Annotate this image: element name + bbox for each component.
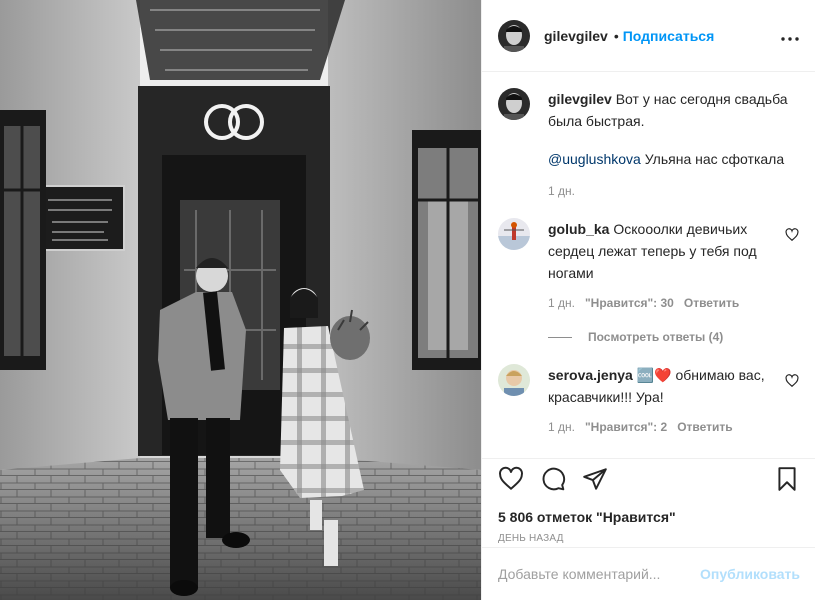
comment-time[interactable]: 1 дн. <box>548 296 575 310</box>
small-heart-icon[interactable] <box>785 374 799 388</box>
comment-meta: 1 дн. "Нравится": 30 Ответить <box>548 296 773 310</box>
bookmark-icon[interactable] <box>774 466 800 492</box>
wedding-photo-illustration <box>0 0 481 600</box>
view-replies-button[interactable]: Посмотреть ответы (4) <box>548 330 799 344</box>
comment-username[interactable]: serova.jenya <box>548 367 633 383</box>
heart-icon[interactable] <box>498 466 524 492</box>
post-date[interactable]: ДЕНЬ НАЗАД <box>498 533 800 544</box>
comment-meta: 1 дн. "Нравится": 2 Ответить <box>548 420 773 434</box>
likes-count[interactable]: 5 806 отметок "Нравится" <box>498 509 800 525</box>
add-comment-bar: Опубликовать <box>482 547 815 600</box>
commenter-avatar[interactable] <box>498 364 530 396</box>
mention-link[interactable]: @uuglushkova <box>548 151 641 167</box>
post-header: gilevgilev • Подписаться <box>482 0 815 72</box>
comment-item: golub_ka Оскооолки девичьих сердец лежат… <box>498 218 799 310</box>
caption-text: gilevgilev Вот у нас сегодня свадьба был… <box>548 88 799 132</box>
comment-item: serova.jenya 🆒❤️ обнимаю вас, красавчики… <box>498 364 799 434</box>
view-replies-label: Посмотреть ответы (4) <box>588 330 724 344</box>
post-actions: 5 806 отметок "Нравится" ДЕНЬ НАЗАД <box>482 458 815 544</box>
author-username[interactable]: gilevgilev <box>544 28 608 44</box>
comment-input[interactable] <box>498 566 701 582</box>
mention-text: Ульяна нас сфоткала <box>640 151 785 167</box>
action-bar <box>498 463 800 495</box>
post-side-panel: gilevgilev • Подписаться gilevgilev Вот … <box>481 0 815 600</box>
comment-likes[interactable]: "Нравится": 30 <box>585 296 674 310</box>
comment-text: serova.jenya 🆒❤️ обнимаю вас, красавчики… <box>548 364 773 408</box>
publish-button[interactable]: Опубликовать <box>700 566 800 582</box>
replies-divider <box>548 336 572 338</box>
separator-dot: • <box>613 27 619 44</box>
reply-button[interactable]: Ответить <box>684 296 739 310</box>
share-icon[interactable] <box>582 466 608 492</box>
comment-text: golub_ka Оскооолки девичьих сердец лежат… <box>548 218 773 284</box>
reply-button[interactable]: Ответить <box>677 420 732 434</box>
comment-username[interactable]: golub_ka <box>548 221 609 237</box>
comment-likes[interactable]: "Нравится": 2 <box>585 420 667 434</box>
commenter-avatar[interactable] <box>498 218 530 250</box>
post-modal: gilevgilev • Подписаться gilevgilev Вот … <box>0 0 815 600</box>
caption-meta: 1 дн. <box>548 184 799 198</box>
small-heart-icon[interactable] <box>785 228 799 242</box>
post-photo[interactable] <box>0 0 481 600</box>
follow-button[interactable]: Подписаться <box>623 28 715 44</box>
comment-time[interactable]: 1 дн. <box>548 420 575 434</box>
caption: gilevgilev Вот у нас сегодня свадьба был… <box>498 88 799 198</box>
comments-list[interactable]: gilevgilev Вот у нас сегодня свадьба был… <box>482 72 815 458</box>
more-icon[interactable] <box>781 25 799 46</box>
comment-icon[interactable] <box>540 466 566 492</box>
caption-username[interactable]: gilevgilev <box>548 91 612 107</box>
caption-mention-line: @uuglushkova Ульяна нас сфоткала <box>548 148 799 170</box>
caption-time[interactable]: 1 дн. <box>548 184 575 198</box>
author-avatar[interactable] <box>498 19 530 52</box>
caption-avatar[interactable] <box>498 88 530 120</box>
